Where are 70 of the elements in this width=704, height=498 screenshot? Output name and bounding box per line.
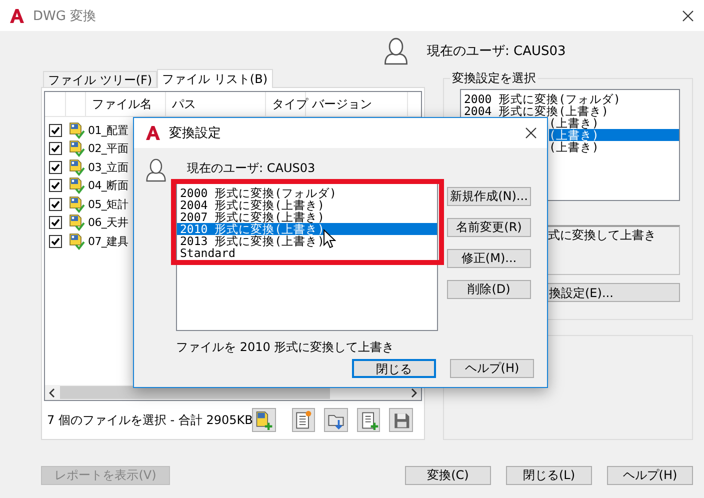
scroll-right-icon[interactable]	[410, 388, 418, 398]
checkbox[interactable]	[49, 179, 62, 192]
current-user-label: 現在のユーザ: CAUS03	[187, 160, 316, 177]
logo-icon	[145, 125, 161, 141]
checkbox[interactable]	[49, 234, 62, 248]
file-check-icon	[68, 158, 84, 176]
settings-list-item[interactable]: 2000 形式に変換(フォルダ)	[177, 187, 437, 199]
file-check-icon	[68, 196, 84, 213]
file-check-icon	[68, 232, 84, 250]
folder-button[interactable]	[324, 408, 348, 432]
settings-list-item[interactable]: (上書き)	[549, 141, 679, 153]
user-icon	[383, 36, 409, 64]
dialog-button[interactable]: 閉じる	[352, 359, 436, 378]
window-title: DWG 変換	[33, 8, 98, 24]
file-name: 05_矩計	[87, 196, 128, 212]
setting-description: ファイルを 2010 形式に変換して上書き	[175, 339, 396, 353]
current-user-label: 現在のユーザ: CAUS03	[427, 42, 566, 60]
checkbox[interactable]	[49, 142, 62, 156]
add-file-icon	[254, 410, 274, 430]
settings-list-item[interactable]: 2007 形式に変換(上書き)	[177, 211, 437, 223]
dialog-button[interactable]: ヘルプ(H)	[450, 359, 534, 378]
file-check-icon	[68, 177, 84, 194]
edit-settings-button[interactable]: 換設定(E)...	[548, 283, 680, 302]
dialog-side-button[interactable]: 修正(M)...	[447, 249, 531, 268]
tab[interactable]: ファイル リスト(B)	[157, 69, 273, 88]
list-button[interactable]	[292, 408, 316, 432]
settings-list-item[interactable]: (上書き)	[549, 129, 679, 141]
file-check-icon	[68, 140, 84, 158]
add-file-button[interactable]	[252, 408, 276, 432]
settings-list-item[interactable]: 2004 形式に変換(上書き)	[177, 199, 437, 211]
checkbox[interactable]	[49, 124, 62, 137]
selection-summary: 7 個のファイルを選択 - 合計 2905KB	[47, 412, 252, 428]
scroll-left-icon[interactable]	[48, 388, 56, 398]
dialog-side-button[interactable]: 新規作成(N)...	[447, 187, 531, 206]
dialog-button[interactable]: ヘルプ(H)	[607, 466, 693, 485]
file-check-icon	[68, 214, 84, 232]
tab[interactable]: ファイル ツリー(F)	[43, 71, 158, 87]
dialog-side-button[interactable]: 削除(D)	[447, 280, 531, 299]
cursor-icon	[323, 229, 336, 249]
save-button[interactable]	[389, 408, 413, 432]
file-name: 04_断面	[87, 178, 128, 194]
file-name: 02_平面	[87, 141, 128, 156]
list-icon	[293, 410, 314, 430]
list-add-button[interactable]	[356, 408, 380, 432]
dialog-title: 変換設定	[169, 125, 222, 142]
file-check-icon	[68, 122, 84, 139]
checkbox[interactable]	[49, 216, 62, 230]
column-header[interactable]: タイプ	[266, 92, 306, 116]
logo-icon	[9, 8, 25, 24]
settings-list-item[interactable]: 2000 形式に変換(フォルダ)	[461, 93, 679, 105]
settings-list-item[interactable]: (上書き)	[549, 117, 679, 129]
dialog-button[interactable]: 変換(C)	[405, 466, 491, 485]
dialog-button[interactable]: 閉じる(L)	[506, 466, 592, 485]
group-title: 変換設定を選択	[451, 70, 537, 87]
column-header[interactable]: ファイル名	[86, 92, 166, 116]
file-name: 01_配置	[87, 122, 128, 138]
file-name: 07_建具	[87, 234, 128, 249]
close-icon[interactable]	[682, 10, 694, 22]
settings-list[interactable]: 2000 形式に変換(フォルダ) 2004 形式に変換(上書き) 2007 形式に変換(上書き) 2010 形式に変換(上書き) 2013 形式に変換(上書き) Standard	[176, 183, 438, 331]
file-name: 03_立面	[87, 160, 128, 175]
settings-list-item[interactable]: 2010 形式に変換(上書き)	[177, 223, 437, 235]
file-name: 06_天井	[87, 215, 128, 230]
settings-list-item[interactable]: 2013 形式に変換(上書き)	[177, 235, 437, 247]
checkbox[interactable]	[49, 160, 62, 174]
user-icon	[145, 158, 167, 182]
checkbox[interactable]	[49, 198, 62, 211]
column-header[interactable]: パス	[166, 92, 266, 116]
settings-list-item[interactable]: 2004 形式に変換(上書き)	[461, 105, 679, 117]
dialog-side-button[interactable]: 名前変更(R)	[447, 218, 531, 237]
close-icon[interactable]	[525, 127, 537, 139]
